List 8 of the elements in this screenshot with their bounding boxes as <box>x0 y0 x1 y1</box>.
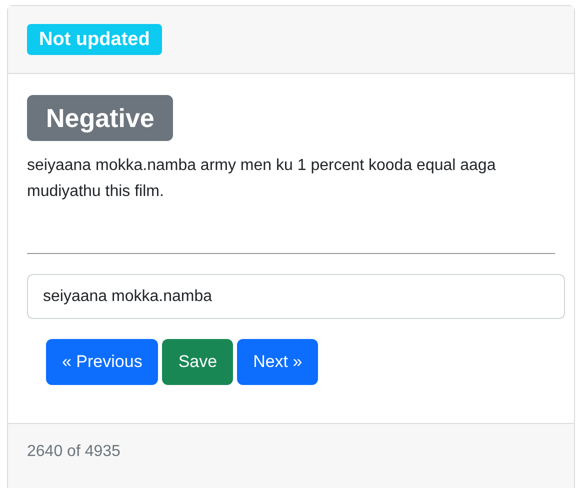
status-badge: Not updated <box>27 24 162 55</box>
nav-button[interactable]: Next » <box>237 339 318 385</box>
sentiment-badge: Negative <box>27 95 174 141</box>
nav-button[interactable]: Save <box>162 339 234 385</box>
nav-button[interactable]: « Previous <box>46 339 158 385</box>
review-text: seiyaana mokka.namba army men ku 1 percent kooda equal aaga mudiyathu this film. <box>27 156 497 202</box>
input-field[interactable]: seiyaana mokka.namba <box>27 274 565 319</box>
progress-text: 2640 of 4935 <box>27 443 120 460</box>
